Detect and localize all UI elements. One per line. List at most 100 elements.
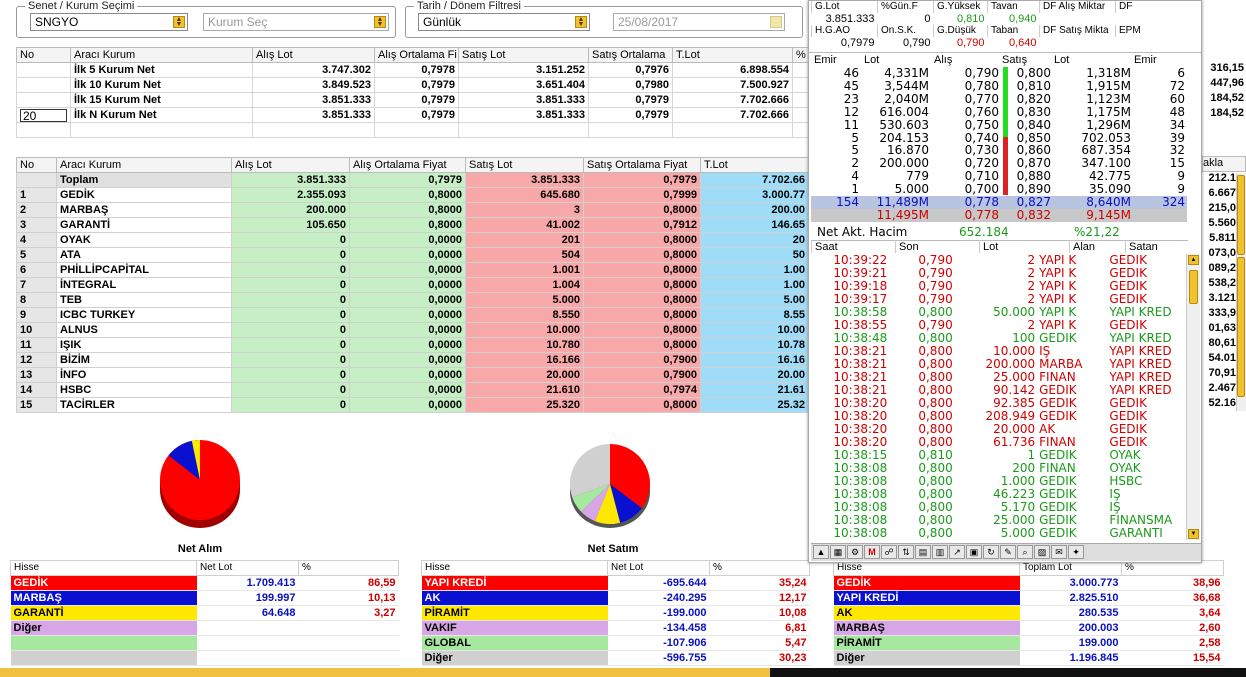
calc-icon[interactable]: ▣: [966, 545, 982, 559]
broker-row[interactable]: 13 İNFO 0 0,0000 20.000 0,7900 20.00: [16, 367, 809, 383]
orderbook-table: 46 4,331M 0,790 0,800 1,318M 6 45 3,544M 0,780 0,…: [811, 67, 1187, 222]
mail-icon[interactable]: ✉: [1051, 545, 1067, 559]
settings-icon[interactable]: ⚙: [847, 545, 863, 559]
n-input[interactable]: 20: [20, 108, 67, 122]
star-icon[interactable]: ✦: [1068, 545, 1084, 559]
broker-row[interactable]: 7 İNTEGRAL 0 0,0000 1.004 0,8000 1.00: [16, 277, 809, 293]
trade-row[interactable]: 10:38:55 0,790 2 YAPI K GEDİK: [819, 319, 1185, 332]
senet-select[interactable]: SNGYO ▲ ▼: [30, 13, 188, 31]
date-field[interactable]: 25/08/2017: [613, 13, 785, 31]
trade-row[interactable]: 10:38:20 0,800 61.736 FİNAN GEDİK: [819, 436, 1185, 449]
trade-row[interactable]: 10:39:21 0,790 2 YAPI K GEDİK: [819, 267, 1185, 280]
tape-scrollbar[interactable]: ▲ ▼: [1186, 254, 1200, 540]
search-icon[interactable]: ⌕: [1017, 545, 1033, 559]
orderbook-row[interactable]: 23 2,040M 0,770 0,820 1,123M 60: [811, 93, 1187, 106]
empty-cell: [252, 122, 375, 138]
trade-cell: 10:39:18: [833, 280, 888, 293]
trade-row[interactable]: 10:39:17 0,790 2 YAPI K GEDİK: [819, 293, 1185, 306]
broker-row[interactable]: 12 BİZİM 0 0,0000 16.166 0,7900 16.16: [16, 352, 809, 368]
period-value: Günlük: [423, 15, 462, 29]
trade-row[interactable]: 10:38:21 0,800 10.000 İŞ YAPI KRED: [819, 345, 1185, 358]
trade-cell: 25.000: [993, 514, 1036, 527]
trade-cell: 10:38:21: [833, 358, 888, 371]
trade-row[interactable]: 10:38:08 0,800 5.170 GEDİK İŞ: [819, 501, 1185, 514]
orderbook-row[interactable]: 1 5.000 0,700 0,890 35.090 9: [811, 183, 1187, 196]
grid-icon[interactable]: ▦: [830, 545, 846, 559]
kurum-select[interactable]: Kurum Seç ▲ ▼: [203, 13, 389, 31]
scroll-thumb[interactable]: [1189, 270, 1198, 304]
dropdown-arrow-icon[interactable]: ▲ ▼: [173, 16, 185, 28]
broker-row[interactable]: 2 MARBAŞ 200.000 0,8000 3 0,8000 200.00: [16, 202, 809, 218]
document-icon[interactable]: ▤: [915, 545, 931, 559]
broker-row[interactable]: 5 ATA 0 0,0000 504 0,8000 50: [16, 247, 809, 263]
trade-row[interactable]: 10:38:21 0,800 25.000 FİNAN YAPI KRED: [819, 371, 1185, 384]
broker-row[interactable]: 4 OYAK 0 0,0000 201 0,8000 20: [16, 232, 809, 248]
broker-no: 12: [16, 352, 57, 368]
trade-row[interactable]: 10:38:21 0,800 200.000 MARBA YAPI KRED: [819, 358, 1185, 371]
broker-row[interactable]: 14 HSBC 0 0,0000 21.610 0,7974 21.61: [16, 382, 809, 398]
scroll-thumb[interactable]: [1237, 175, 1245, 255]
broker-icon[interactable]: ☍: [881, 545, 897, 559]
scroll-up-icon[interactable]: ▲: [1188, 255, 1199, 265]
trade-row[interactable]: 10:38:58 0,800 50.000 YAPI K YAPI KRED: [819, 306, 1185, 319]
total-row[interactable]: Toplam 3.851.333 0,7979 3.851.333 0,7979 7.70…: [16, 172, 809, 188]
trade-row[interactable]: 10:38:20 0,800 92.385 GEDİK GEDİK: [819, 397, 1185, 410]
trade-row[interactable]: 10:39:22 0,790 2 YAPI K GEDİK: [819, 254, 1185, 267]
orderbook-row[interactable]: 2 200.000 0,720 0,870 347.100 15: [811, 157, 1187, 170]
broker-row[interactable]: 11 IŞIK 0 0,0000 10.780 0,8000 10.78: [16, 337, 809, 353]
orderbook-row[interactable]: 5 16.870 0,730 0,860 687.354 32: [811, 144, 1187, 157]
scroll-down-icon[interactable]: ▼: [1188, 529, 1199, 539]
scroll-thumb[interactable]: [1237, 257, 1245, 397]
sort-icon[interactable]: ⇅: [898, 545, 914, 559]
sell-avg: 0,7974: [583, 382, 701, 398]
line-icon[interactable]: ↗: [949, 545, 965, 559]
refresh-icon[interactable]: ↻: [983, 545, 999, 559]
trade-row[interactable]: 10:38:48 0,800 100 GEDİK YAPI KRED: [819, 332, 1185, 345]
trade-cell: 2: [1027, 280, 1036, 293]
dropdown-arrow-icon[interactable]: ▲ ▼: [575, 16, 587, 28]
trade-row[interactable]: 10:38:08 0,800 1.000 GEDİK HSBC: [819, 475, 1185, 488]
trade-row[interactable]: 10:38:21 0,800 90.142 GEDİK YAPI KRED: [819, 384, 1185, 397]
trade-cell: FİNAN: [1039, 462, 1076, 475]
chart-icon[interactable]: ▲: [813, 545, 829, 559]
orderbook-total-cell: 0,778: [964, 208, 999, 222]
analysis-icon[interactable]: ✎: [1000, 545, 1016, 559]
trade-cell: 10:38:21: [833, 345, 888, 358]
trade-cell: 0,800: [918, 488, 953, 501]
trade-row[interactable]: 10:38:08 0,800 46.223 GEDİK İŞ: [819, 488, 1185, 501]
orderbook-cell: 45: [843, 79, 859, 93]
broker-row[interactable]: 9 ICBC TURKEY 0 0,0000 8.550 0,8000 8.55: [16, 307, 809, 323]
orderbook-row[interactable]: 45 3,544M 0,780 0,810 1,915M 72: [811, 80, 1187, 93]
m-icon[interactable]: M: [864, 545, 880, 559]
orderbook-row[interactable]: 12 616.004 0,760 0,830 1,175M 48: [811, 106, 1187, 119]
trade-row[interactable]: 10:38:15 0,810 1 GEDİK OYAK: [819, 449, 1185, 462]
trade-row[interactable]: 10:38:20 0,800 208.949 GEDİK GEDİK: [819, 410, 1185, 423]
broker-row[interactable]: 1 GEDİK 2.355.093 0,8000 645.680 0,7999 3.000.…: [16, 187, 809, 203]
orderbook-row[interactable]: 4 779 0,710 0,880 42.775 9: [811, 170, 1187, 183]
table-icon[interactable]: ▥: [932, 545, 948, 559]
trade-row[interactable]: 10:39:18 0,790 2 YAPI K GEDİK: [819, 280, 1185, 293]
period-select[interactable]: Günlük ▲ ▼: [418, 13, 590, 31]
trade-cell: 2: [1027, 319, 1036, 332]
orderbook-row[interactable]: 46 4,331M 0,790 0,800 1,318M 6: [811, 67, 1187, 80]
trade-row[interactable]: 10:38:08 0,800 5.000 GEDİK GARANTİ: [819, 527, 1185, 540]
legend-lot: [196, 650, 299, 666]
calendar-icon[interactable]: [770, 16, 782, 28]
trade-row[interactable]: 10:38:08 0,800 25.000 GEDİK FİNANSMA: [819, 514, 1185, 527]
column-header: Aracı Kurum: [70, 47, 253, 63]
orderbook-row[interactable]: 5 204.153 0,740 0,850 702.053 39: [811, 132, 1187, 145]
orderbook-row[interactable]: 11 530.603 0,750 0,840 1,296M 34: [811, 119, 1187, 132]
top-scrollbar[interactable]: [1236, 255, 1246, 411]
sell-lot: 1.001: [465, 262, 584, 278]
trade-row[interactable]: 10:38:08 0,800 200 FİNAN OYAK: [819, 462, 1185, 475]
broker-row[interactable]: 10 ALNUS 0 0,0000 10.000 0,8000 10.00: [16, 322, 809, 338]
broker-row[interactable]: 3 GARANTİ 105.650 0,8000 41.002 0,7912 146.65: [16, 217, 809, 233]
broker-row[interactable]: 6 PHİLLİPCAPİTAL 0 0,0000 1.001 0,8000 1.00: [16, 262, 809, 278]
broker-row[interactable]: 8 TEB 0 0,0000 5.000 0,8000 5.00: [16, 292, 809, 308]
trade-row[interactable]: 10:38:20 0,800 20.000 AK GEDİK: [819, 423, 1185, 436]
legend-name: PİRAMİT: [833, 635, 1020, 651]
broker-no: 15: [16, 397, 57, 413]
dropdown-arrow-icon[interactable]: ▲ ▼: [374, 16, 386, 28]
broker-row[interactable]: 15 TACİRLER 0 0,0000 25.320 0,8000 25.32: [16, 397, 809, 413]
pattern-icon[interactable]: ▨: [1034, 545, 1050, 559]
